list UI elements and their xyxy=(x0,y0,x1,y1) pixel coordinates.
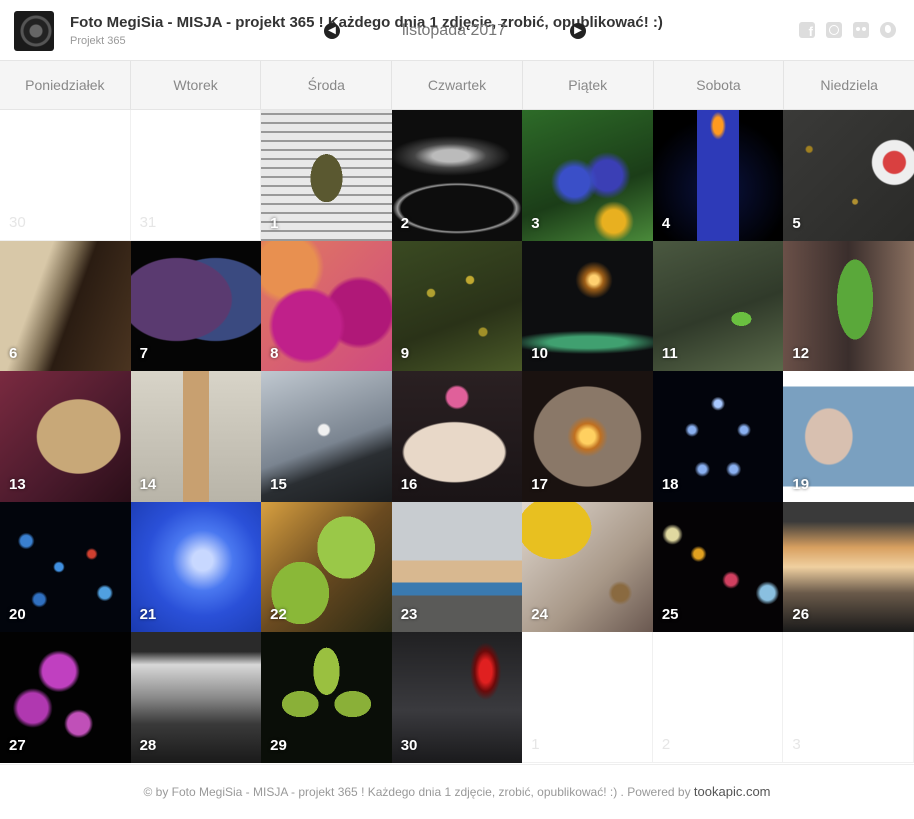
calendar-day-photo[interactable]: 13 xyxy=(0,371,131,502)
weekday-tuesday: Wtorek xyxy=(131,61,262,109)
day-number: 25 xyxy=(661,606,679,624)
day-number: 17 xyxy=(531,475,548,493)
calendar-day-empty: 3 xyxy=(783,632,914,763)
footer: © by Foto MegiSia - MISJA - projekt 365 … xyxy=(0,764,914,816)
calendar-day-photo[interactable]: 19 xyxy=(783,371,914,502)
calendar-day-photo[interactable]: 5 xyxy=(783,110,914,241)
calendar-day-photo[interactable]: 15 xyxy=(261,371,392,502)
day-number: 23 xyxy=(400,606,418,624)
calendar-day-photo[interactable]: 23 xyxy=(391,501,523,633)
day-number: 30 xyxy=(400,737,418,754)
calendar-day-empty: 30 xyxy=(0,110,131,241)
day-number: 1 xyxy=(531,736,540,753)
weekday-wednesday: Środa xyxy=(261,61,393,109)
day-number: 11 xyxy=(661,345,678,363)
calendar-day-photo[interactable]: 29 xyxy=(261,632,392,763)
day-number: 29 xyxy=(270,737,287,754)
avatar[interactable] xyxy=(14,11,54,51)
day-number: 20 xyxy=(9,606,26,624)
calendar-day-photo[interactable]: 24 xyxy=(522,501,653,633)
day-number: 2 xyxy=(400,214,410,232)
day-number: 21 xyxy=(139,606,157,624)
weekday-friday: Piątek xyxy=(523,61,654,109)
calendar-day-photo[interactable]: 2 xyxy=(391,110,523,241)
day-number: 14 xyxy=(139,475,157,493)
calendar-day-photo[interactable]: 21 xyxy=(130,501,262,633)
calendar-day-photo[interactable]: 17 xyxy=(522,371,653,502)
weekday-thursday: Czwartek xyxy=(392,61,523,109)
day-number: 2 xyxy=(661,736,671,753)
calendar-day-photo[interactable]: 20 xyxy=(0,501,131,633)
month-navigation: ◀ listopada 2017 ▶ xyxy=(322,20,586,44)
calendar-day-photo[interactable]: 7 xyxy=(130,240,262,372)
calendar-grid: 30 31 1 2 3 4 5 6 7 8 9 10 11 12 13 14 15 16 17 18 19 20 21 22 2… xyxy=(0,110,914,763)
day-number: 1 xyxy=(270,214,279,232)
day-number: 30 xyxy=(9,213,26,231)
day-number: 24 xyxy=(531,606,548,624)
calendar-day-photo[interactable]: 6 xyxy=(0,240,131,372)
day-number: 28 xyxy=(139,737,157,754)
day-number: 16 xyxy=(400,475,418,493)
day-number: 15 xyxy=(270,475,287,493)
calendar-day-photo[interactable]: 18 xyxy=(652,371,784,502)
calendar-day-photo[interactable]: 4 xyxy=(652,110,784,241)
social-links xyxy=(799,22,896,39)
calendar-day-photo[interactable]: 30 xyxy=(391,632,523,763)
instagram-icon[interactable] xyxy=(826,22,842,38)
calendar-day-photo[interactable]: 26 xyxy=(783,501,914,633)
day-number: 10 xyxy=(531,345,548,363)
weekday-sunday: Niedziela xyxy=(820,77,878,93)
globe-icon[interactable] xyxy=(880,22,896,38)
calendar-day-photo[interactable]: 27 xyxy=(0,632,131,763)
calendar-day-photo[interactable]: 11 xyxy=(652,240,784,372)
day-number: 5 xyxy=(792,214,801,232)
weekday-monday: Poniedziałek xyxy=(0,61,131,109)
day-number: 12 xyxy=(792,345,810,363)
header: Foto MegiSia - MISJA - projekt 365 ! Każ… xyxy=(0,0,914,60)
day-number: 31 xyxy=(139,213,157,231)
calendar-day-empty: 31 xyxy=(130,110,262,241)
footer-text: © by Foto MegiSia - MISJA - projekt 365 … xyxy=(143,785,694,799)
calendar-day-empty: 1 xyxy=(522,632,653,763)
footer-link[interactable]: tookapic.com xyxy=(694,784,771,799)
day-number: 3 xyxy=(531,214,540,232)
facebook-icon[interactable] xyxy=(799,22,815,39)
month-label: listopada 2017 xyxy=(401,22,507,39)
calendar-day-photo[interactable]: 25 xyxy=(652,501,784,633)
weekday-saturday: Sobota xyxy=(654,61,785,109)
calendar-day-empty: 2 xyxy=(652,632,784,763)
weekday-header: Poniedziałek Wtorek Środa Czwartek Piąte… xyxy=(0,60,914,110)
day-number: 3 xyxy=(792,736,801,753)
day-number: 7 xyxy=(139,345,148,363)
day-number: 6 xyxy=(9,345,18,363)
day-number: 22 xyxy=(270,606,287,624)
day-number: 4 xyxy=(661,214,671,232)
day-number: 19 xyxy=(792,475,810,493)
calendar-day-photo[interactable]: 12 xyxy=(783,240,914,372)
day-number: 8 xyxy=(270,345,279,363)
project-subtitle: Projekt 365 xyxy=(70,35,126,47)
calendar-day-photo[interactable]: 9 xyxy=(391,240,523,372)
calendar-day-photo[interactable]: 28 xyxy=(130,632,262,763)
arrow-right-icon[interactable]: ▶ xyxy=(570,23,586,39)
day-number: 13 xyxy=(9,475,26,493)
flickr-icon[interactable] xyxy=(853,22,869,38)
calendar-day-photo[interactable]: 8 xyxy=(261,240,392,372)
day-number: 18 xyxy=(661,475,679,493)
day-number: 26 xyxy=(792,606,810,624)
day-number: 9 xyxy=(400,345,410,363)
calendar-day-photo[interactable]: 10 xyxy=(522,240,653,372)
calendar-day-photo[interactable]: 3 xyxy=(522,110,653,241)
calendar-day-photo[interactable]: 14 xyxy=(130,371,262,502)
calendar-day-photo[interactable]: 1 xyxy=(261,110,392,241)
day-number: 27 xyxy=(9,737,26,754)
calendar-day-photo[interactable]: 22 xyxy=(261,501,392,633)
calendar-day-photo[interactable]: 16 xyxy=(391,371,523,502)
